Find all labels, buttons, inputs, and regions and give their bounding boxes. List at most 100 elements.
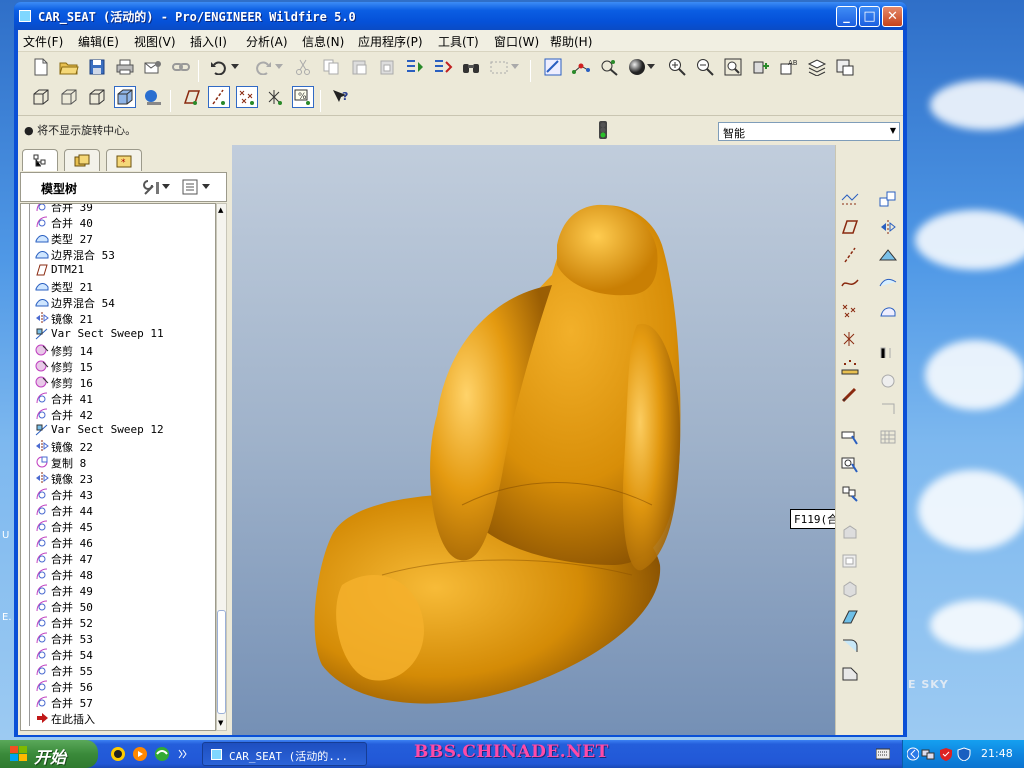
mirror-tool-icon[interactable] — [876, 215, 900, 239]
context-help-icon[interactable]: ? — [330, 86, 352, 108]
paste-special-icon[interactable] — [376, 56, 398, 78]
cut-icon[interactable] — [292, 56, 314, 78]
pattern-tool-icon[interactable] — [876, 425, 900, 449]
tree-item[interactable]: 合并 54 — [21, 646, 211, 662]
show-dropdown-icon[interactable] — [201, 176, 211, 198]
tree-item[interactable]: 镜像 21 — [21, 310, 211, 326]
tree-item[interactable]: 合并 46 — [21, 534, 211, 550]
round-tool-icon[interactable] — [838, 633, 862, 657]
menu-insert[interactable]: 插入(I) — [190, 33, 227, 50]
select-dropdown-icon[interactable] — [510, 56, 520, 78]
redo-dropdown-icon[interactable] — [274, 56, 284, 78]
close-button[interactable]: ✕ — [882, 6, 903, 27]
model-tree-toggle-icon[interactable] — [142, 86, 164, 108]
undo-dropdown-icon[interactable] — [230, 56, 240, 78]
annotations-toggle-icon[interactable]: % — [292, 86, 314, 108]
media-player-icon[interactable] — [132, 746, 148, 762]
extend-tool-icon[interactable] — [876, 299, 900, 323]
tab-favorites[interactable]: * — [106, 149, 142, 171]
scroll-down-icon[interactable]: ▼ — [218, 719, 223, 727]
trim-tool-icon[interactable] — [876, 271, 900, 295]
settings-tools-icon[interactable] — [141, 176, 163, 198]
save-icon[interactable] — [86, 56, 108, 78]
menu-help[interactable]: 帮助(H) — [550, 33, 592, 50]
sketch-datum-icon[interactable] — [838, 187, 862, 211]
minimize-button[interactable]: _ — [836, 6, 857, 27]
tree-item[interactable]: 合并 43 — [21, 486, 211, 502]
layers-icon[interactable] — [806, 56, 828, 78]
draft-tool-icon[interactable] — [838, 605, 862, 629]
tree-item[interactable]: 合并 57 — [21, 694, 211, 710]
zoom-out-icon[interactable] — [694, 56, 716, 78]
extrude-tool-icon[interactable] — [838, 425, 862, 449]
regenerate-icon[interactable] — [404, 56, 426, 78]
reorient-icon[interactable] — [750, 56, 772, 78]
insert-here-marker[interactable]: 在此插入 — [21, 710, 211, 726]
coord-sys-tool-icon[interactable] — [838, 327, 862, 351]
tree-item[interactable]: 边界混合 54 — [21, 294, 211, 310]
solidify-tool-icon[interactable] — [876, 397, 900, 421]
display-style-dropdown-icon[interactable] — [646, 56, 656, 78]
redo-icon[interactable] — [252, 56, 274, 78]
link-icon[interactable] — [170, 56, 192, 78]
tree-item[interactable]: 修剪 16 — [21, 374, 211, 390]
tree-item[interactable]: 合并 56 — [21, 678, 211, 694]
send-mail-icon[interactable] — [142, 56, 164, 78]
wireframe-icon[interactable] — [30, 86, 52, 108]
spin-center-icon[interactable] — [570, 56, 592, 78]
qq-icon[interactable] — [110, 746, 126, 762]
tree-item[interactable]: 合并 41 — [21, 390, 211, 406]
tree-item[interactable]: 修剪 14 — [21, 342, 211, 358]
rib-tool-icon[interactable] — [838, 577, 862, 601]
menu-applications[interactable]: 应用程序(P) — [358, 33, 423, 50]
datum-plane-tool-icon[interactable] — [838, 215, 862, 239]
tree-item[interactable]: 合并 39 — [21, 204, 211, 214]
view-manager-icon[interactable] — [834, 56, 856, 78]
tree-item[interactable]: 合并 40 — [21, 214, 211, 230]
tree-item[interactable]: 合并 49 — [21, 582, 211, 598]
analysis-feature-icon[interactable] — [838, 355, 862, 379]
menu-analysis[interactable]: 分析(A) — [246, 33, 288, 50]
revolve-tool-icon[interactable] — [838, 453, 862, 477]
menu-file[interactable]: 文件(F) — [23, 33, 63, 50]
datum-axis-tool-icon[interactable] — [838, 243, 862, 267]
tree-item[interactable]: 合并 45 — [21, 518, 211, 534]
copy-icon[interactable] — [320, 56, 342, 78]
coord-sys-toggle-icon[interactable] — [264, 86, 286, 108]
paste-icon[interactable] — [348, 56, 370, 78]
new-file-icon[interactable] — [30, 56, 52, 78]
antivirus-icon[interactable] — [957, 747, 971, 761]
maximize-button[interactable]: □ — [859, 6, 880, 27]
no-hidden-icon[interactable] — [86, 86, 108, 108]
keyboard-icon[interactable] — [876, 748, 890, 760]
regen-manager-icon[interactable] — [432, 56, 454, 78]
chevron-left-icon[interactable] — [907, 747, 919, 761]
open-folder-icon[interactable] — [58, 56, 80, 78]
network-icon[interactable] — [921, 747, 935, 761]
hidden-line-icon[interactable] — [58, 86, 80, 108]
select-box-icon[interactable] — [488, 56, 510, 78]
orient-mode-icon[interactable] — [598, 56, 620, 78]
shading-icon[interactable] — [114, 86, 136, 108]
tab-folder-browser[interactable] — [64, 149, 100, 171]
scroll-up-icon[interactable]: ▲ — [218, 206, 223, 214]
tree-item[interactable]: 边界混合 53 — [21, 246, 211, 262]
find-binoculars-icon[interactable] — [460, 56, 482, 78]
tree-item[interactable]: 合并 44 — [21, 502, 211, 518]
copy-feature-icon[interactable] — [876, 187, 900, 211]
tree-item[interactable]: 合并 42 — [21, 406, 211, 422]
menu-view[interactable]: 视图(V) — [134, 33, 176, 50]
print-icon[interactable] — [114, 56, 136, 78]
tree-item[interactable]: Var Sect Sweep 12 — [21, 422, 211, 438]
display-style-icon[interactable] — [626, 56, 648, 78]
browser-icon[interactable] — [154, 746, 170, 762]
datum-point-tool-icon[interactable] — [838, 299, 862, 323]
repaint-icon[interactable] — [542, 56, 564, 78]
saved-views-icon[interactable]: AB — [778, 56, 800, 78]
tree-item[interactable]: 类型 27 — [21, 230, 211, 246]
tree-item[interactable]: 合并 53 — [21, 630, 211, 646]
chevron-right-icon[interactable] — [178, 746, 188, 762]
selection-filter-dropdown[interactable]: 智能 ▼ — [718, 122, 900, 141]
start-button[interactable]: 开始 — [0, 740, 98, 768]
scrollbar-thumb[interactable] — [217, 610, 226, 714]
